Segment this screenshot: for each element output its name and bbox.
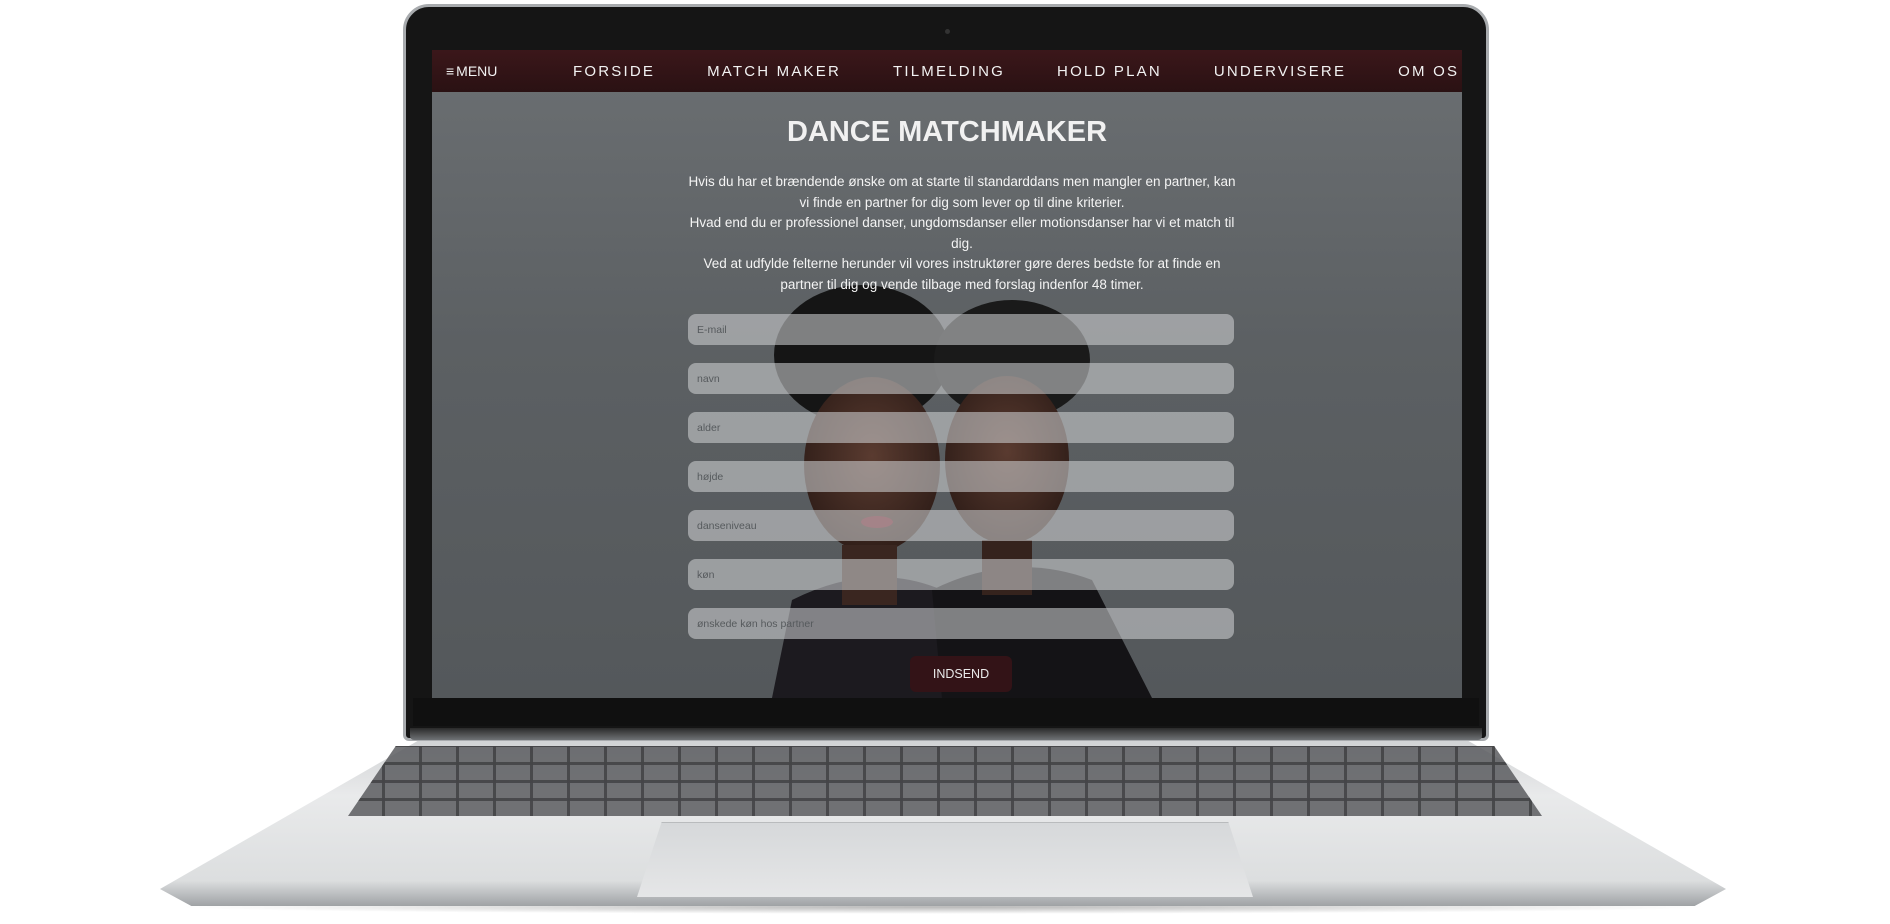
email-field[interactable] (688, 314, 1234, 345)
keyboard-keys (348, 746, 1542, 816)
nav-link-om-os[interactable]: OM OS (1398, 63, 1459, 80)
laptop-screen: ≡ MENU FORSIDE MATCH MAKER TILMELDING HO… (432, 50, 1462, 698)
laptop-trackpad (637, 822, 1253, 897)
laptop-hinge (410, 728, 1482, 740)
webcam (945, 29, 950, 34)
page-title: DANCE MATCHMAKER (786, 116, 1108, 148)
intro-text: Hvis du har et brændende ønske om at sta… (682, 172, 1242, 296)
partner-gender-field[interactable] (688, 608, 1234, 639)
height-field[interactable] (688, 461, 1234, 492)
submit-button[interactable]: INDSEND (910, 656, 1012, 692)
nav-link-hold-plan[interactable]: HOLD PLAN (1057, 63, 1162, 80)
menu-toggle[interactable]: ≡ MENU (446, 63, 566, 79)
dance-level-field[interactable] (688, 510, 1234, 541)
name-field[interactable] (688, 363, 1234, 394)
nav-link-tilmelding[interactable]: TILMELDING (893, 63, 1005, 80)
hamburger-icon: ≡ (446, 63, 455, 79)
age-field[interactable] (688, 412, 1234, 443)
intro-paragraph-1: Hvis du har et brændende ønske om at sta… (688, 174, 1236, 210)
nav-link-undervisere[interactable]: UNDERVISERE (1214, 63, 1346, 80)
nav-link-match-maker[interactable]: MATCH MAKER (707, 63, 841, 80)
top-navbar: ≡ MENU FORSIDE MATCH MAKER TILMELDING HO… (432, 50, 1462, 92)
intro-paragraph-3: Ved at udfylde felterne herunder vil vor… (703, 256, 1221, 292)
intro-paragraph-2: Hvad end du er professionel danser, ungd… (689, 215, 1235, 251)
nav-link-forside[interactable]: FORSIDE (573, 63, 655, 80)
gender-field[interactable] (688, 559, 1234, 590)
screen-bezel-bottom (413, 698, 1479, 726)
menu-label: MENU (456, 63, 498, 79)
